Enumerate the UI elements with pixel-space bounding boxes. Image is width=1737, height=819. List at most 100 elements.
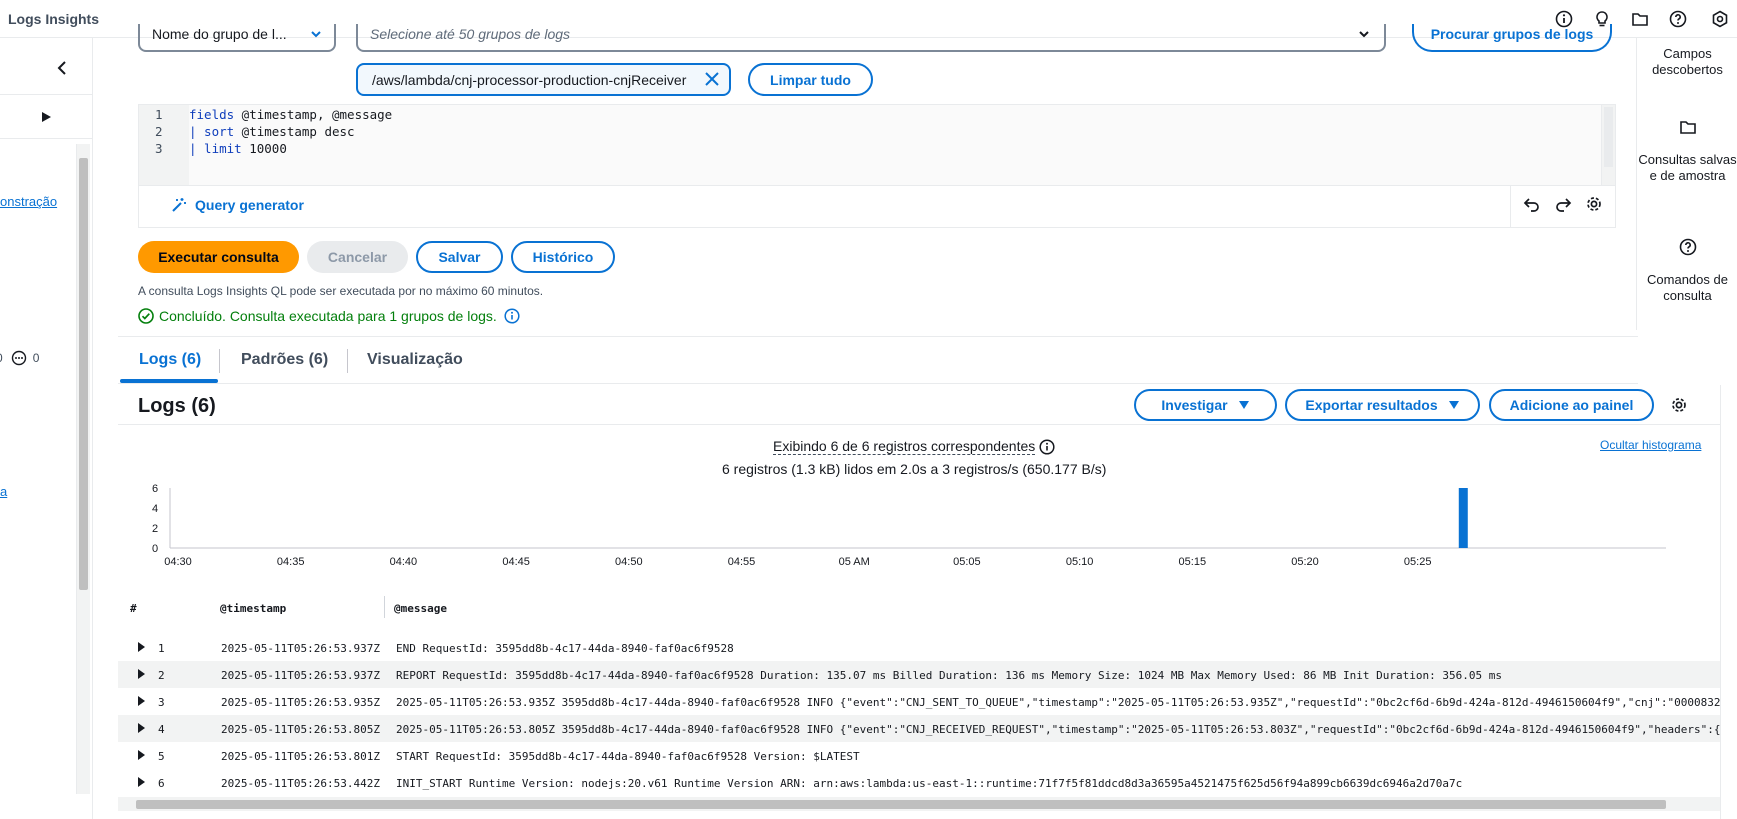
log-group-select[interactable]: Selecione até 50 grupos de logs bbox=[356, 24, 1386, 52]
row-timestamp: 2025-05-11T05:26:53.937Z bbox=[221, 669, 380, 682]
info-icon[interactable] bbox=[1039, 438, 1055, 455]
divider bbox=[1720, 385, 1721, 819]
table-horizontal-scrollbar[interactable] bbox=[118, 797, 1720, 811]
caret-down-icon bbox=[1238, 401, 1249, 409]
tab-logs[interactable]: Logs (6) bbox=[139, 351, 201, 369]
undo-icon[interactable] bbox=[1523, 195, 1541, 218]
investigate-label: Investigar bbox=[1161, 397, 1228, 413]
code-line: fields @timestamp, @message bbox=[189, 107, 393, 122]
status-message: Concluído. Consulta executada para 1 gru… bbox=[138, 308, 520, 324]
col-message[interactable]: @message bbox=[394, 602, 447, 615]
nav-scrollbar[interactable] bbox=[76, 144, 90, 794]
expand-icon[interactable] bbox=[138, 777, 145, 787]
check-circle-icon bbox=[138, 308, 154, 324]
x-tick-label: 04:50 bbox=[615, 556, 643, 568]
gear-icon[interactable] bbox=[1585, 195, 1603, 218]
expand-icon[interactable] bbox=[138, 669, 145, 679]
table-row[interactable]: 5 2025-05-11T05:26:53.801Z START Request… bbox=[118, 742, 1720, 769]
nav-link-2[interactable]: a bbox=[0, 484, 7, 499]
col-timestamp[interactable]: @timestamp bbox=[220, 602, 286, 615]
row-index: 3 bbox=[158, 696, 165, 709]
chevron-down-icon bbox=[311, 31, 321, 38]
row-message: 2025-05-11T05:26:53.805Z 3595dd8b-4c17-4… bbox=[396, 723, 1720, 736]
x-tick-label: 04:45 bbox=[502, 556, 530, 568]
results-tabs: Logs (6) Padrões (6) Visualização bbox=[118, 336, 1638, 384]
results-stats: 6 registros (1.3 kB) lidos em 2.0s a 3 r… bbox=[722, 461, 1107, 477]
browse-log-groups-button[interactable]: Procurar grupos de logs bbox=[1412, 24, 1612, 52]
expand-icon[interactable] bbox=[138, 696, 145, 706]
magic-wand-icon bbox=[172, 198, 186, 212]
active-tab-indicator bbox=[120, 379, 218, 383]
editor-scrollbar[interactable] bbox=[1601, 105, 1615, 185]
x-tick-label: 05 AM bbox=[839, 556, 870, 568]
save-button[interactable]: Salvar bbox=[416, 241, 503, 273]
query-generator-label: Query generator bbox=[195, 197, 304, 213]
help-icon[interactable] bbox=[1679, 238, 1697, 261]
history-button[interactable]: Histórico bbox=[511, 241, 615, 273]
selection-mode-value: Nome do grupo de l... bbox=[152, 26, 287, 42]
token-label: /aws/lambda/cnj-processor-production-cnj… bbox=[372, 71, 687, 88]
tab-patterns[interactable]: Padrões (6) bbox=[241, 351, 328, 369]
row-message: 2025-05-11T05:26:53.935Z 3595dd8b-4c17-4… bbox=[396, 696, 1720, 709]
row-timestamp: 2025-05-11T05:26:53.442Z bbox=[221, 777, 380, 790]
y-tick-label: 0 bbox=[152, 543, 158, 555]
counters: 0 0 bbox=[0, 350, 39, 366]
chevron-left-icon[interactable] bbox=[54, 60, 70, 81]
chevron-down-icon bbox=[1359, 31, 1369, 38]
cancel-button[interactable]: Cancelar bbox=[307, 241, 408, 273]
row-index: 6 bbox=[158, 777, 165, 790]
y-tick-label: 6 bbox=[152, 483, 158, 495]
code-line: | sort @timestamp desc bbox=[189, 124, 355, 139]
table-row[interactable]: 2 2025-05-11T05:26:53.937Z REPORT Reques… bbox=[118, 661, 1720, 688]
table-row[interactable]: 4 2025-05-11T05:26:53.805Z 2025-05-11T05… bbox=[118, 715, 1720, 742]
histogram-bar bbox=[1458, 488, 1468, 548]
help-text: A consulta Logs Insights QL pode ser exe… bbox=[138, 284, 544, 298]
x-tick-label: 04:55 bbox=[728, 556, 756, 568]
editor-toolbar: Query generator bbox=[138, 186, 1616, 228]
export-results-button[interactable]: Exportar resultados bbox=[1285, 389, 1480, 421]
x-tick-label: 05:10 bbox=[1066, 556, 1094, 568]
hide-histogram-link[interactable]: Ocultar histograma bbox=[1600, 438, 1701, 452]
more-icon bbox=[11, 350, 26, 366]
x-tick-label: 04:30 bbox=[164, 556, 192, 568]
saved-queries-button[interactable]: Consultas salvas e de amostra bbox=[1637, 152, 1737, 184]
run-query-button[interactable]: Executar consulta bbox=[138, 241, 299, 273]
status-text: Concluído. Consulta executada para 1 gru… bbox=[159, 308, 497, 324]
clear-all-button[interactable]: Limpar tudo bbox=[748, 63, 873, 96]
row-message: END RequestId: 3595dd8b-4c17-44da-8940-f… bbox=[396, 642, 734, 655]
left-navigation: onstração 0 0 a bbox=[0, 38, 93, 819]
query-commands-button[interactable]: Comandos de consulta bbox=[1637, 272, 1737, 304]
caret-right-icon[interactable] bbox=[40, 110, 52, 128]
query-generator-button[interactable]: Query generator bbox=[171, 197, 304, 213]
add-to-dashboard-button[interactable]: Adicione ao painel bbox=[1489, 389, 1654, 421]
info-icon[interactable] bbox=[504, 308, 520, 324]
x-tick-label: 04:35 bbox=[277, 556, 305, 568]
redo-icon[interactable] bbox=[1554, 195, 1572, 218]
expand-icon[interactable] bbox=[138, 723, 145, 733]
settings-icon[interactable] bbox=[1710, 9, 1730, 29]
selection-mode-dropdown[interactable]: Nome do grupo de l... bbox=[138, 24, 336, 52]
help-icon[interactable] bbox=[1668, 9, 1688, 29]
right-help-panel: Campos descobertos Consultas salvas e de… bbox=[1636, 38, 1737, 330]
row-index: 1 bbox=[158, 642, 165, 655]
x-tick-label: 04:40 bbox=[390, 556, 418, 568]
nav-link[interactable]: onstração bbox=[0, 194, 57, 209]
folder-icon[interactable] bbox=[1679, 118, 1697, 141]
expand-icon[interactable] bbox=[138, 642, 145, 652]
line-number: 3 bbox=[155, 141, 163, 156]
gear-icon[interactable] bbox=[1670, 396, 1688, 419]
table-row[interactable]: 6 2025-05-11T05:26:53.442Z INIT_START Ru… bbox=[118, 769, 1720, 796]
table-row[interactable]: 1 2025-05-11T05:26:53.937Z END RequestId… bbox=[118, 634, 1720, 661]
table-row[interactable]: 3 2025-05-11T05:26:53.935Z 2025-05-11T05… bbox=[118, 688, 1720, 715]
investigate-button[interactable]: Investigar bbox=[1134, 389, 1277, 421]
discovered-fields-button[interactable]: Campos descobertos bbox=[1637, 46, 1737, 78]
summary-line1: Exibindo 6 de 6 registros correspondente… bbox=[773, 438, 1036, 455]
tab-visualization[interactable]: Visualização bbox=[367, 351, 463, 369]
query-editor[interactable]: 1 2 3 fields @timestamp, @message | sort… bbox=[138, 104, 1616, 186]
close-icon[interactable] bbox=[703, 70, 721, 91]
col-index: # bbox=[130, 602, 137, 615]
row-timestamp: 2025-05-11T05:26:53.805Z bbox=[221, 723, 380, 736]
folder-icon[interactable] bbox=[1630, 9, 1650, 29]
expand-icon[interactable] bbox=[138, 750, 145, 760]
row-index: 2 bbox=[158, 669, 165, 682]
